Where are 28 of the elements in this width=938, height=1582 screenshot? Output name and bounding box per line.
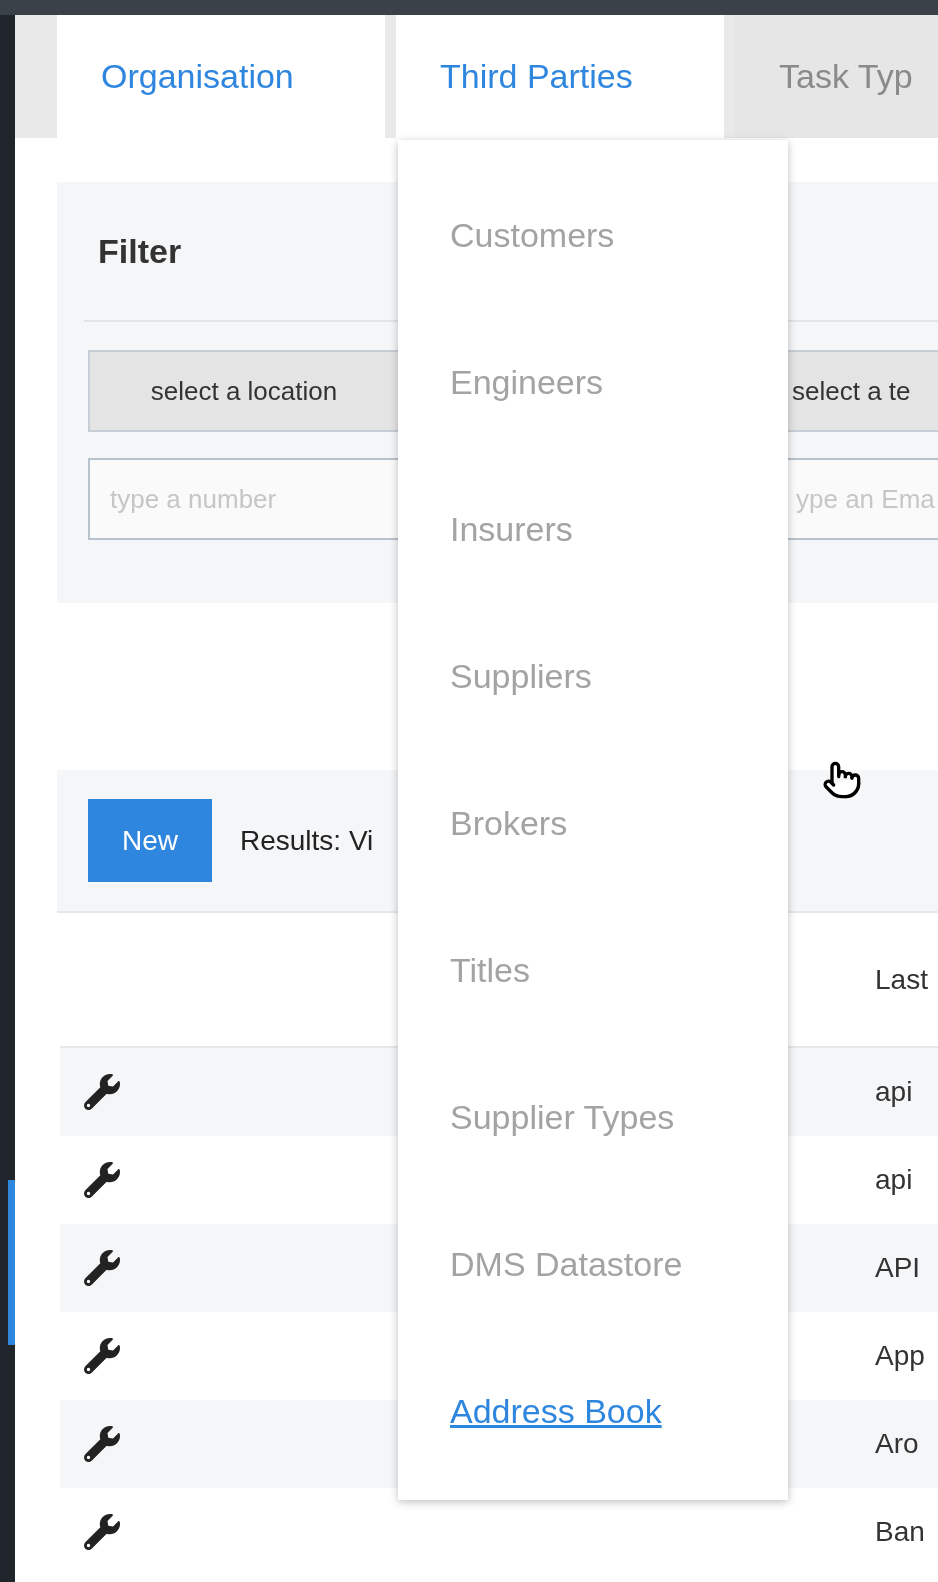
table-cell-text: App xyxy=(875,1340,926,1372)
results-summary: Results: Vi xyxy=(240,824,374,857)
filter-title: Filter xyxy=(97,230,182,272)
menu-item[interactable]: Brokers xyxy=(450,804,568,843)
menu-item[interactable]: Customers xyxy=(450,216,615,255)
table-cell-text: Ban xyxy=(875,1516,926,1548)
wrench-icon[interactable] xyxy=(84,1250,120,1286)
location-select[interactable]: select a location xyxy=(88,350,400,432)
menu-item[interactable]: Suppliers xyxy=(450,657,592,696)
table-cell-text: api xyxy=(875,1164,914,1196)
menu-item[interactable]: Supplier Types xyxy=(450,1098,675,1137)
new-button[interactable]: New xyxy=(88,799,212,882)
wrench-icon[interactable] xyxy=(84,1074,120,1110)
table-cell-text: Aro xyxy=(875,1428,920,1460)
menu-item[interactable]: Insurers xyxy=(450,510,573,549)
wrench-icon[interactable] xyxy=(84,1426,120,1462)
tab[interactable]: Organisation xyxy=(57,15,385,138)
wrench-icon[interactable] xyxy=(84,1514,120,1550)
menu-item[interactable]: Engineers xyxy=(450,363,604,402)
wrench-icon[interactable] xyxy=(84,1338,120,1374)
tab[interactable]: Third Parties xyxy=(396,15,724,138)
menu-item[interactable]: Address Book xyxy=(450,1392,662,1431)
menu-item[interactable]: DMS Datastore xyxy=(450,1245,683,1284)
table-cell-text: API xyxy=(875,1252,922,1284)
table-cell-text: api xyxy=(875,1076,914,1108)
wrench-icon[interactable] xyxy=(84,1162,120,1198)
column-header: Last xyxy=(875,963,929,996)
menu-item[interactable]: Titles xyxy=(450,951,530,990)
